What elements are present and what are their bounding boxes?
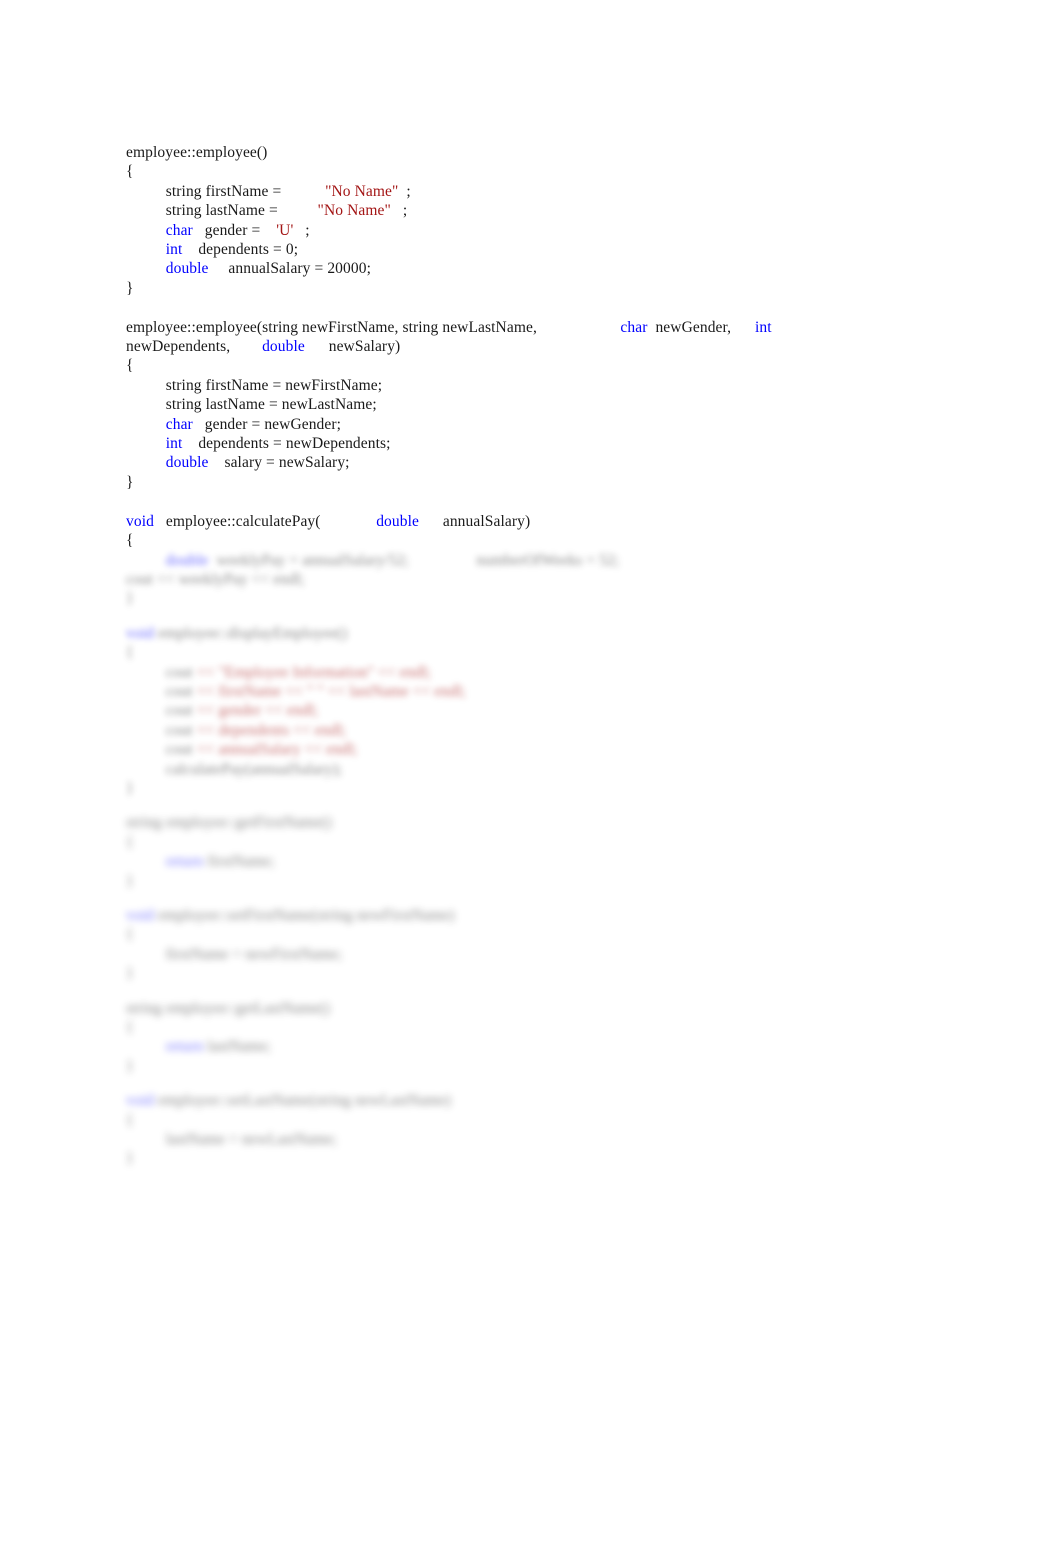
blurred-code-region-5: string employee::getLastName() { return …	[126, 999, 1006, 1077]
default-ctor-close-brace: }	[126, 279, 134, 297]
blurred-code-region-1: double weeklyPay = annualSalary/52; numb…	[126, 551, 1006, 609]
code-line: char gender = 'U' ;	[165, 221, 310, 239]
code-line: int dependents = 0;	[165, 241, 299, 259]
keyword: int	[165, 241, 183, 259]
param-ctor-close-brace: }	[126, 473, 134, 491]
code-line: calculatePay(annualSalary);	[165, 760, 343, 778]
code-line: return firstName;	[165, 853, 275, 871]
code-line: string lastName = newLastName;	[165, 396, 377, 414]
code-line: double salary = newSalary;	[165, 454, 350, 472]
keyword: double	[262, 338, 305, 356]
string-literal: << gender << endl;	[192, 702, 319, 720]
param-ctor-signature-cont: newDependents, double newSalary)	[126, 338, 401, 356]
keyword: int	[755, 318, 772, 336]
code-line: cout << annualSalary << endl;	[165, 741, 358, 759]
code-line: double annualSalary = 20000;	[165, 260, 371, 278]
keyword: double	[165, 454, 209, 472]
code-line: cout << "Employee Information" << endl;	[165, 663, 432, 681]
keyword: char	[165, 221, 193, 239]
string-literal: << firstName << " " << lastName << endl;	[192, 682, 466, 700]
code-line: }	[126, 1057, 134, 1075]
code-line: char gender = newGender;	[165, 415, 342, 433]
default-ctor-signature: employee::employee()	[126, 143, 1006, 162]
keyword: void	[126, 512, 154, 530]
code-line: }	[126, 779, 134, 797]
code-line: string firstName = newFirstName;	[165, 376, 383, 394]
code-line: string employee::getLastName()	[126, 999, 331, 1017]
blurred-code-region-3: string employee::getFirstName() { return…	[126, 813, 1006, 891]
code-line: {	[126, 644, 134, 662]
code-line: cout << firstName << " " << lastName << …	[165, 682, 466, 700]
keyword: double	[376, 512, 419, 530]
string-literal: << annualSalary << endl;	[192, 741, 358, 759]
param-ctor-signature: employee::employee(string newFirstName, …	[126, 318, 772, 336]
keyword: void	[126, 1092, 154, 1110]
keyword: char	[620, 318, 648, 336]
blurred-code-region-4: void employee::setFirstName(string newFi…	[126, 906, 1006, 984]
keyword: double	[165, 551, 209, 569]
keyword: double	[165, 260, 209, 278]
calculate-pay-open-brace: {	[126, 532, 134, 550]
code-line: lastName = newLastName;	[165, 1131, 337, 1149]
code-line: void employee::setLastName(string newLas…	[126, 1092, 451, 1110]
document-page: employee::employee() { string firstName …	[0, 0, 1062, 1561]
code-listing: employee::employee() { string firstName …	[126, 143, 1006, 1169]
default-ctor-open-brace: {	[126, 163, 134, 181]
keyword: void	[126, 907, 154, 924]
string-literal: "No Name"	[317, 202, 391, 220]
string-literal: "No Name"	[325, 182, 399, 200]
code-line: string employee::getFirstName()	[126, 814, 332, 832]
keyword: return	[165, 853, 204, 871]
string-literal: << dependents << endl;	[192, 721, 347, 739]
keyword: int	[165, 435, 183, 453]
code-line: void employee::setFirstName(string newFi…	[126, 907, 455, 924]
code-line: string lastName = "No Name" ;	[165, 202, 408, 220]
string-literal: << "Employee Information" << endl;	[192, 663, 432, 681]
char-literal: 'U'	[276, 221, 294, 239]
code-line: {	[126, 926, 134, 944]
calculate-pay-signature: void employee::calculatePay( double annu…	[126, 512, 531, 530]
code-line: cout << weeklyPay << endl;	[126, 570, 305, 588]
code-line: {	[126, 1019, 134, 1037]
keyword: char	[165, 415, 193, 433]
code-line: int dependents = newDependents;	[165, 435, 391, 453]
code-line: }	[126, 590, 134, 608]
code-line: {	[126, 1111, 134, 1129]
code-line: string firstName = "No Name" ;	[165, 182, 411, 200]
code-line: cout << dependents << endl;	[165, 721, 347, 739]
code-line: }	[126, 965, 134, 983]
keyword: void	[126, 624, 154, 642]
code-line: }	[126, 872, 134, 890]
code-line: double weeklyPay = annualSalary/52; numb…	[165, 551, 620, 569]
default-ctor-signature-text: employee::employee()	[126, 144, 268, 161]
blurred-code-region-2: void employee::displayEmployee() { cout …	[126, 624, 1006, 799]
param-ctor-open-brace: {	[126, 357, 134, 375]
code-line: {	[126, 833, 134, 851]
keyword: return	[165, 1038, 204, 1056]
blurred-code-region-6: void employee::setLastName(string newLas…	[126, 1091, 1006, 1169]
code-line: firstName = newFirstName;	[165, 945, 343, 963]
code-line: cout << gender << endl;	[165, 702, 319, 720]
code-line: }	[126, 1150, 134, 1168]
code-line: return lastName;	[165, 1038, 272, 1056]
code-line: void employee::displayEmployee()	[126, 624, 348, 642]
